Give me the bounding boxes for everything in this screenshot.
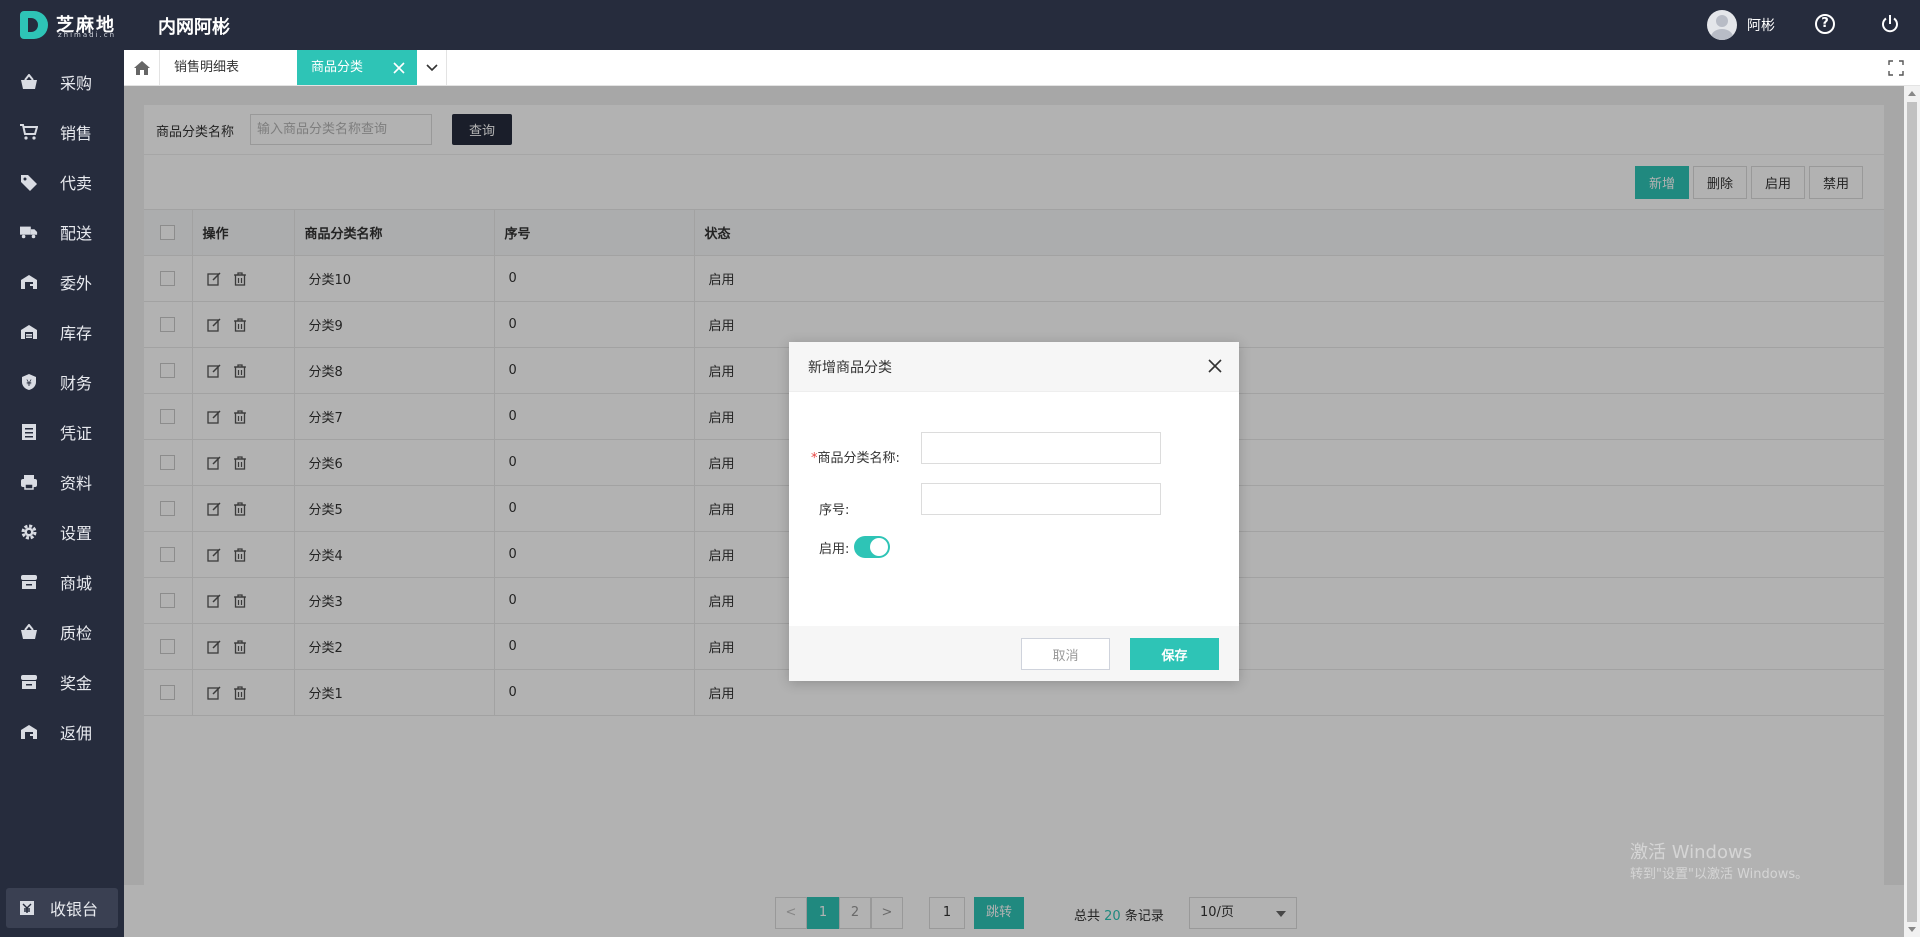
tab-label: 销售明细表 [174, 60, 240, 75]
sequence-input[interactable] [921, 483, 1161, 515]
tag-icon [20, 173, 38, 191]
sidebar-item-label: 返佣 [60, 724, 93, 743]
sidebar-item-label: 销售 [60, 124, 93, 143]
logo-subtext: zhimadi.cn [58, 31, 117, 39]
truck-icon [20, 223, 38, 241]
tab-label: 商品分类 [311, 60, 364, 75]
system-title: 内网阿彬 [158, 17, 230, 38]
top-bar: 芝麻地 zhimadi.cn 内网阿彬 阿彬 ? [0, 0, 1920, 50]
add-category-dialog: 新增商品分类 *商品分类名称: 序号: 启用: 取消 保存 [789, 342, 1239, 681]
sidebar: 采购 销售 代卖 配送 委外 库存 ¥ 财务 凭证 资料 设置 商城 质检 奖金… [0, 50, 124, 937]
sidebar-item-label: 商城 [60, 574, 93, 593]
warehouse-out-icon [20, 723, 38, 741]
sidebar-item-settings[interactable]: 设置 [0, 507, 124, 557]
power-icon[interactable] [1880, 14, 1900, 34]
sidebar-item-label: 奖金 [60, 674, 93, 693]
logo[interactable]: 芝麻地 zhimadi.cn [20, 9, 124, 41]
sidebar-item-label: 资料 [60, 474, 93, 493]
close-icon[interactable] [393, 62, 405, 74]
store-icon [20, 673, 38, 691]
tab-product-category[interactable]: 商品分类 [297, 50, 417, 85]
sidebar-item-label: 质检 [60, 624, 93, 643]
sidebar-item-inventory[interactable]: 库存 [0, 307, 124, 357]
voucher-icon [20, 423, 38, 441]
sidebar-item-mall[interactable]: 商城 [0, 557, 124, 607]
sidebar-item-sales[interactable]: 销售 [0, 107, 124, 157]
scroll-thumb[interactable] [1907, 102, 1917, 922]
printer-icon [20, 473, 38, 491]
name-field-label: *商品分类名称: [811, 447, 900, 466]
sidebar-item-delivery[interactable]: 配送 [0, 207, 124, 257]
watermark-line-1: 激活 Windows [1630, 842, 1753, 863]
seq-field-label: 序号: [819, 503, 850, 518]
gear-icon [20, 523, 38, 541]
sidebar-item-data[interactable]: 资料 [0, 457, 124, 507]
sidebar-item-finance[interactable]: ¥ 财务 [0, 357, 124, 407]
sidebar-item-label: 代卖 [60, 174, 93, 193]
svg-text:¥: ¥ [26, 379, 32, 389]
save-button[interactable]: 保存 [1130, 638, 1219, 670]
sidebar-item-rebate[interactable]: 返佣 [0, 707, 124, 757]
enabled-field-label: 启用: [819, 542, 850, 557]
sidebar-item-label: 配送 [60, 224, 93, 243]
home-tab[interactable] [124, 50, 160, 85]
warehouse-out-icon [20, 273, 38, 291]
sidebar-item-bonus[interactable]: 奖金 [0, 657, 124, 707]
tab-more-button[interactable] [417, 50, 447, 85]
tab-bar: 销售明细表 商品分类 [124, 50, 1920, 86]
sidebar-item-consign[interactable]: 代卖 [0, 157, 124, 207]
chevron-down-icon [425, 63, 438, 71]
fullscreen-icon[interactable] [1888, 60, 1904, 76]
basket-icon [20, 623, 38, 641]
store-icon [20, 573, 38, 591]
home-icon [133, 60, 150, 75]
basket-icon [20, 73, 38, 91]
scroll-down-arrow-icon[interactable] [1908, 927, 1916, 932]
cashier-label: 收银台 [50, 900, 99, 919]
logo-mark-icon [20, 11, 48, 39]
cancel-button[interactable]: 取消 [1021, 638, 1110, 670]
enabled-toggle[interactable] [854, 536, 890, 558]
cart-icon [20, 123, 38, 141]
finance-shield-icon: ¥ [20, 373, 38, 391]
sidebar-item-outsource[interactable]: 委外 [0, 257, 124, 307]
sidebar-item-voucher[interactable]: 凭证 [0, 407, 124, 457]
username[interactable]: 阿彬 [1747, 15, 1775, 35]
cashier-icon [18, 899, 36, 917]
sidebar-item-label: 设置 [60, 524, 93, 543]
sidebar-item-quality[interactable]: 质检 [0, 607, 124, 657]
dialog-header: 新增商品分类 [789, 342, 1239, 392]
close-icon[interactable] [1207, 358, 1223, 374]
dialog-footer: 取消 保存 [789, 626, 1239, 681]
category-name-input[interactable] [921, 432, 1161, 464]
watermark-line-2: 转到"设置"以激活 Windows。 [1630, 867, 1809, 882]
sidebar-item-label: 财务 [60, 374, 93, 393]
warehouse-icon [20, 323, 38, 341]
windows-activation-watermark: 激活 Windows 转到"设置"以激活 Windows。 [1630, 842, 1808, 886]
sidebar-item-label: 凭证 [60, 424, 93, 443]
name-label-text: 商品分类名称: [817, 451, 900, 466]
cashier-button[interactable]: 收银台 [6, 888, 118, 928]
dialog-title: 新增商品分类 [808, 360, 892, 376]
scroll-up-arrow-icon[interactable] [1908, 91, 1916, 96]
sidebar-item-purchase[interactable]: 采购 [0, 57, 124, 107]
sidebar-item-label: 委外 [60, 274, 93, 293]
help-icon[interactable]: ? [1815, 14, 1835, 34]
sidebar-item-label: 库存 [60, 324, 93, 343]
avatar[interactable] [1707, 10, 1737, 40]
page-scrollbar[interactable] [1904, 86, 1920, 937]
sidebar-item-label: 采购 [60, 74, 93, 93]
